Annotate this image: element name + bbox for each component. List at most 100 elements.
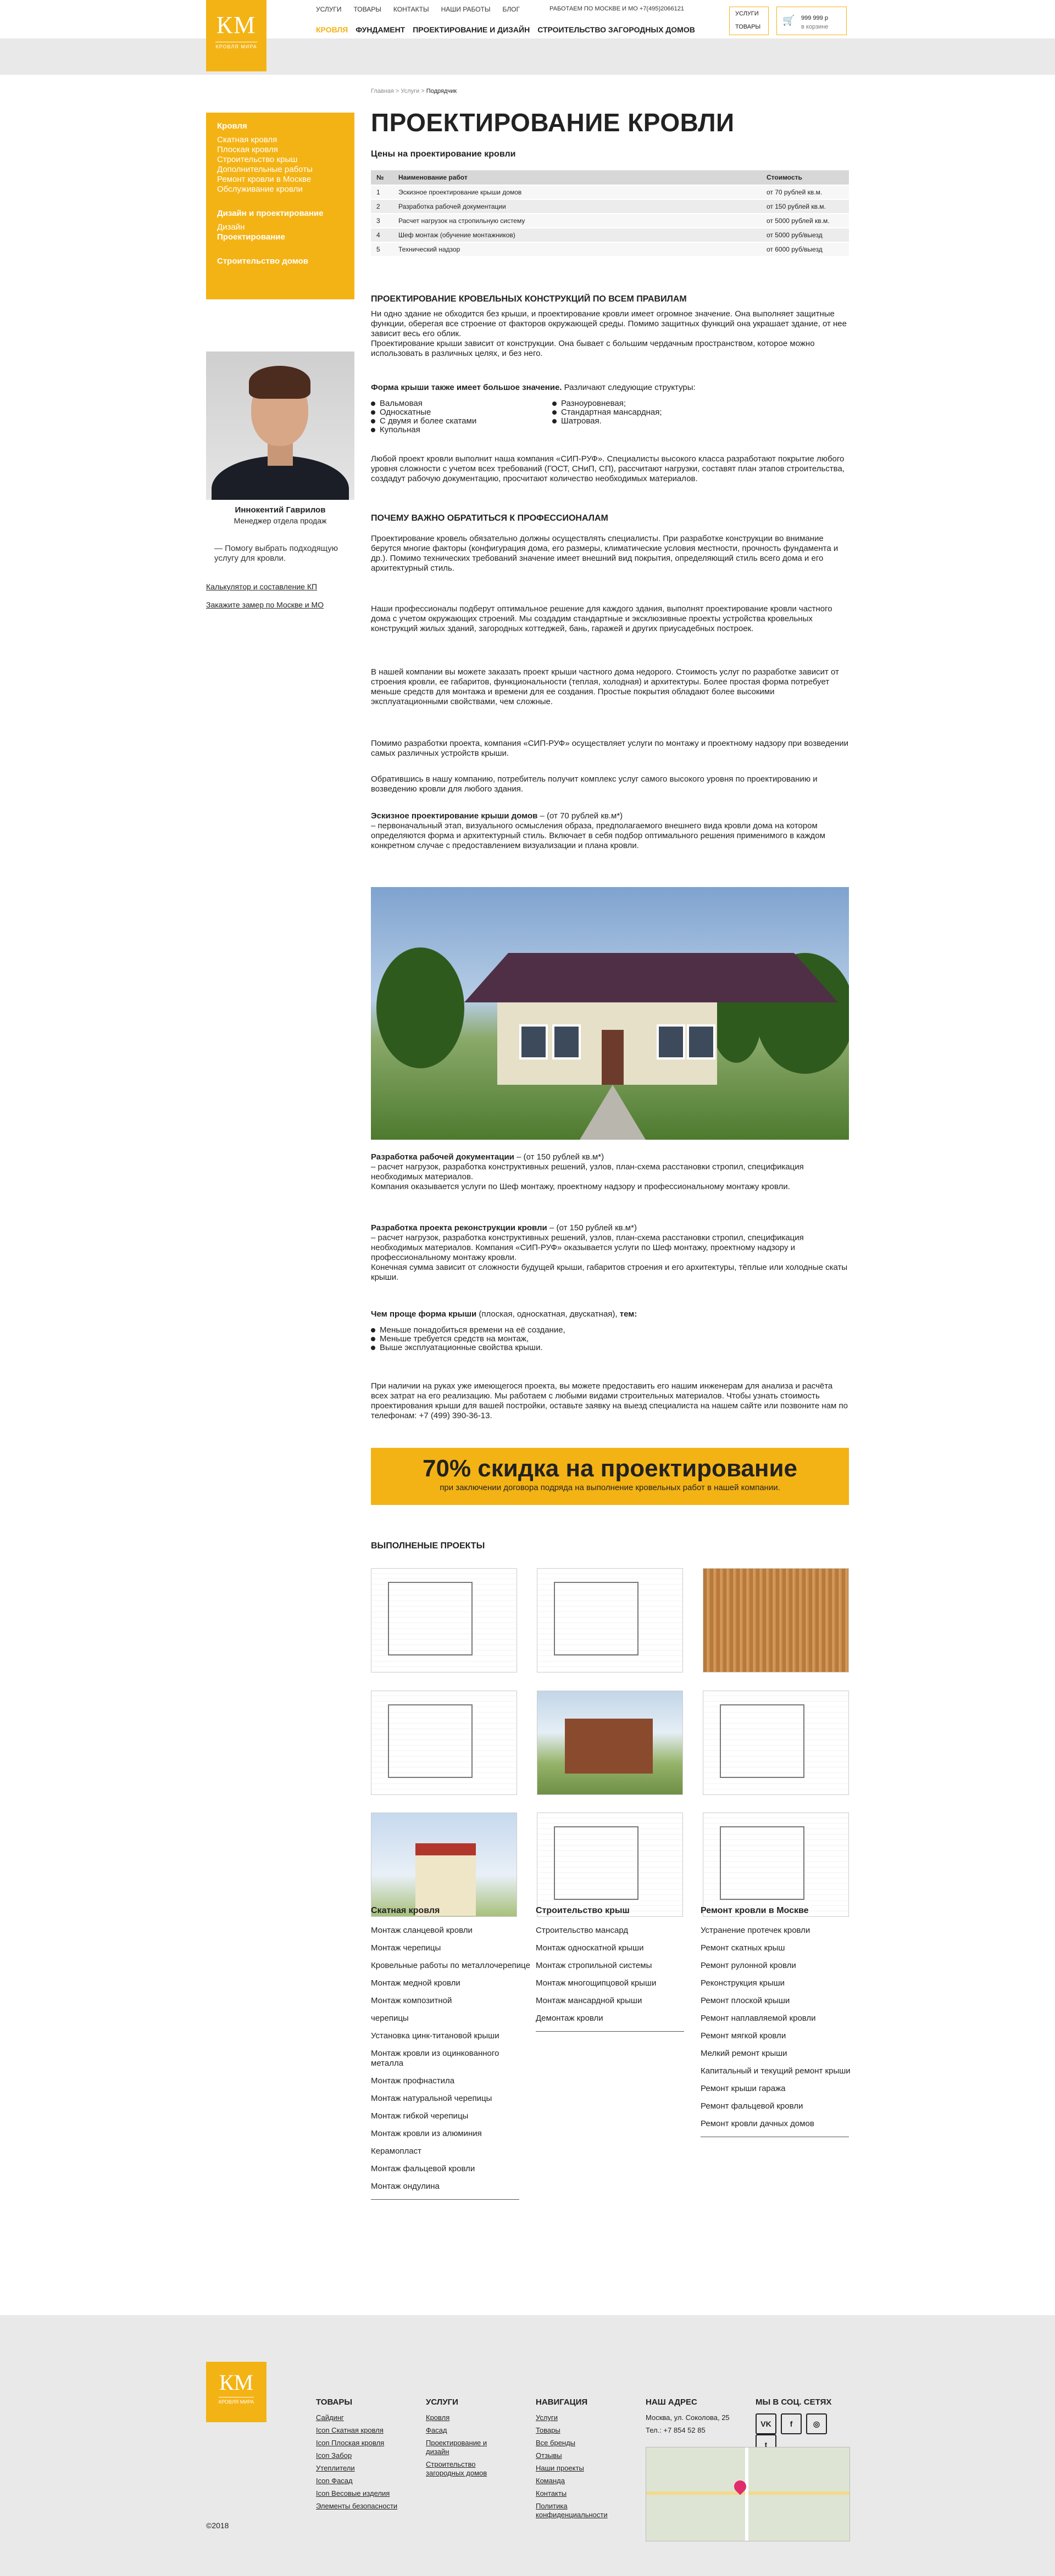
link[interactable]: Монтаж профнастила [371, 2076, 530, 2086]
top-nav-works[interactable]: НАШИ РАБОТЫ [441, 5, 491, 13]
link[interactable]: Монтаж многощипцовой крыши [536, 1978, 695, 1988]
site-logo[interactable]: КМ КРОВЛЯ МИРА [206, 0, 266, 71]
footer-link[interactable]: Фасад [426, 2426, 508, 2435]
project-thumbnail[interactable] [537, 1568, 683, 1672]
link[interactable]: Монтаж односкатной крыши [536, 1943, 695, 1953]
footer-link[interactable]: Товары [536, 2426, 629, 2435]
link[interactable]: Ремонт плоской крыши [701, 1996, 860, 2006]
link[interactable]: Ремонт скатных крыш [701, 1943, 860, 1953]
project-thumbnail[interactable] [537, 1813, 683, 1917]
footer-link[interactable]: Icon Фасад [316, 2477, 415, 2485]
footer-link[interactable]: Элементы безопасности [316, 2502, 415, 2511]
footer-link[interactable]: Наши проекты [536, 2464, 629, 2473]
main-nav-houses[interactable]: СТРОИТЕЛЬСТВО ЗАГОРОДНЫХ ДОМОВ [537, 25, 695, 34]
goods-button[interactable]: ТОВАРЫ [735, 20, 768, 34]
footer-link[interactable]: Сайдинг [316, 2413, 415, 2422]
top-nav-goods[interactable]: ТОВАРЫ [354, 5, 381, 13]
project-thumbnail[interactable] [703, 1813, 849, 1917]
project-thumbnail[interactable] [537, 1691, 683, 1795]
sidebar-item[interactable]: Дополнительные работы [217, 165, 343, 175]
link[interactable]: Монтаж черепицы [371, 1943, 530, 1953]
sidebar-item[interactable]: Дизайн [217, 222, 343, 232]
facebook-icon[interactable]: f [781, 2413, 802, 2434]
link[interactable]: Керамопласт [371, 2146, 530, 2156]
project-thumbnail[interactable] [371, 1691, 517, 1795]
footer-link[interactable]: Icon Скатная кровля [316, 2426, 415, 2435]
link[interactable]: Монтаж стропильной системы [536, 1961, 695, 1971]
vk-icon[interactable]: VK [756, 2413, 776, 2434]
link[interactable]: Монтаж фальцевой кровли [371, 2164, 530, 2174]
sidebar-item[interactable]: Скатная кровля [217, 135, 343, 145]
footer-link[interactable]: Icon Забор [316, 2451, 415, 2460]
main-nav-roof[interactable]: КРОВЛЯ [316, 25, 348, 34]
footer-link[interactable]: Команда [536, 2477, 629, 2485]
link[interactable]: Ремонт мягкой кровли [701, 2031, 860, 2041]
link[interactable]: Демонтаж кровли [536, 2014, 695, 2023]
footer-link[interactable]: Услуги [536, 2413, 629, 2422]
link[interactable]: Монтаж медной кровли [371, 1978, 530, 1988]
services-button[interactable]: УСЛУГИ [735, 7, 768, 20]
project-thumbnail[interactable] [703, 1691, 849, 1795]
link[interactable]: Ремонт наплавляемой кровли [701, 2014, 860, 2023]
cart-widget[interactable]: 🛒 999 999 р в корзине [776, 7, 847, 35]
sidebar-item[interactable]: Обслуживание кровли [217, 185, 343, 194]
link[interactable]: Монтаж композитной [371, 1996, 530, 2006]
top-nav-blog[interactable]: БЛОГ [502, 5, 520, 13]
footer-link[interactable]: Политика конфиденциальности [536, 2502, 629, 2519]
link[interactable]: Монтаж кровли из оцинкованного металла [371, 2049, 530, 2068]
main-nav-design[interactable]: ПРОЕКТИРОВАНИЕ И ДИЗАЙН [413, 25, 530, 34]
link[interactable]: черепицы [371, 2014, 530, 2023]
footer-link[interactable]: Проектирование и дизайн [426, 2439, 508, 2456]
link[interactable]: Ремонт кровли дачных домов [701, 2119, 860, 2129]
footer-link[interactable]: Утеплители [316, 2464, 415, 2473]
link[interactable]: Кровельные работы по металлочерепице [371, 1961, 530, 1971]
footer-link[interactable]: Строительство загородных домов [426, 2460, 508, 2478]
location-map[interactable] [646, 2447, 850, 2541]
link[interactable]: Ремонт крыши гаража [701, 2084, 860, 2094]
link[interactable]: Капитальный и текущий ремонт крыши [701, 2066, 860, 2076]
link[interactable]: Устранение протечек кровли [701, 1926, 860, 1936]
link[interactable]: Реконструкция крыши [701, 1978, 860, 1988]
link[interactable]: Ремонт фальцевой кровли [701, 2101, 860, 2111]
footer-link[interactable]: Icon Плоская кровля [316, 2439, 415, 2447]
sidebar-item[interactable]: Ремонт кровли в Москве [217, 175, 343, 185]
sidebar-item[interactable]: Плоская кровля [217, 145, 343, 155]
discount-banner[interactable]: 70% скидка на проектирование при заключе… [371, 1448, 849, 1505]
sidebar-item-active[interactable]: Проектирование [217, 232, 343, 242]
measure-order-link[interactable]: Закажите замер по Москве и МО [206, 600, 324, 609]
link[interactable]: Ремонт рулонной кровли [701, 1961, 860, 1971]
sidebar-section-houses[interactable]: Строительство домов [217, 257, 343, 266]
link[interactable]: Мелкий ремонт крыши [701, 2049, 860, 2059]
links-column-title[interactable]: Ремонт кровли в Москве [701, 1906, 860, 1916]
top-nav-services[interactable]: УСЛУГИ [316, 5, 342, 13]
project-thumbnail[interactable] [703, 1568, 849, 1672]
link[interactable]: Монтаж ондулина [371, 2182, 530, 2192]
footer-link[interactable]: Отзывы [536, 2451, 629, 2460]
link[interactable]: Монтаж сланцевой кровли [371, 1926, 530, 1936]
link[interactable]: Монтаж натуральной черепицы [371, 2094, 530, 2104]
instagram-icon[interactable]: ◎ [806, 2413, 827, 2434]
sidebar-section-design[interactable]: Дизайн и проектирование [217, 209, 343, 218]
sidebar-section-roof[interactable]: Кровля [217, 121, 343, 131]
main-nav-foundation[interactable]: ФУНДАМЕНТ [356, 25, 405, 34]
project-thumbnail[interactable] [371, 1568, 517, 1672]
link[interactable]: Монтаж мансардной крыши [536, 1996, 695, 2006]
links-column-title[interactable]: Скатная кровля [371, 1906, 530, 1916]
footer-link[interactable]: Все бренды [536, 2439, 629, 2447]
breadcrumb-services[interactable]: Услуги [401, 88, 419, 94]
paragraph: Форма крыши также имеет большое значение… [371, 383, 852, 393]
project-thumbnail[interactable] [371, 1813, 517, 1917]
link[interactable]: Монтаж гибкой черепицы [371, 2111, 530, 2121]
footer-logo[interactable]: КМ КРОВЛЯ МИРА [206, 2362, 266, 2422]
footer-link[interactable]: Контакты [536, 2489, 629, 2498]
footer-link[interactable]: Icon Весовые изделия [316, 2489, 415, 2498]
footer-link[interactable]: Кровля [426, 2413, 508, 2422]
links-column-title[interactable]: Строительство крыш [536, 1906, 695, 1916]
breadcrumb-home[interactable]: Главная [371, 88, 394, 94]
top-nav-contacts[interactable]: КОНТАКТЫ [393, 5, 429, 13]
link[interactable]: Монтаж кровли из алюминия [371, 2129, 530, 2139]
link[interactable]: Установка цинк-титановой крыши [371, 2031, 530, 2041]
calculator-link[interactable]: Калькулятор и составление КП [206, 582, 317, 591]
link[interactable]: Строительство мансард [536, 1926, 695, 1936]
sidebar-item[interactable]: Строительство крыш [217, 155, 343, 165]
